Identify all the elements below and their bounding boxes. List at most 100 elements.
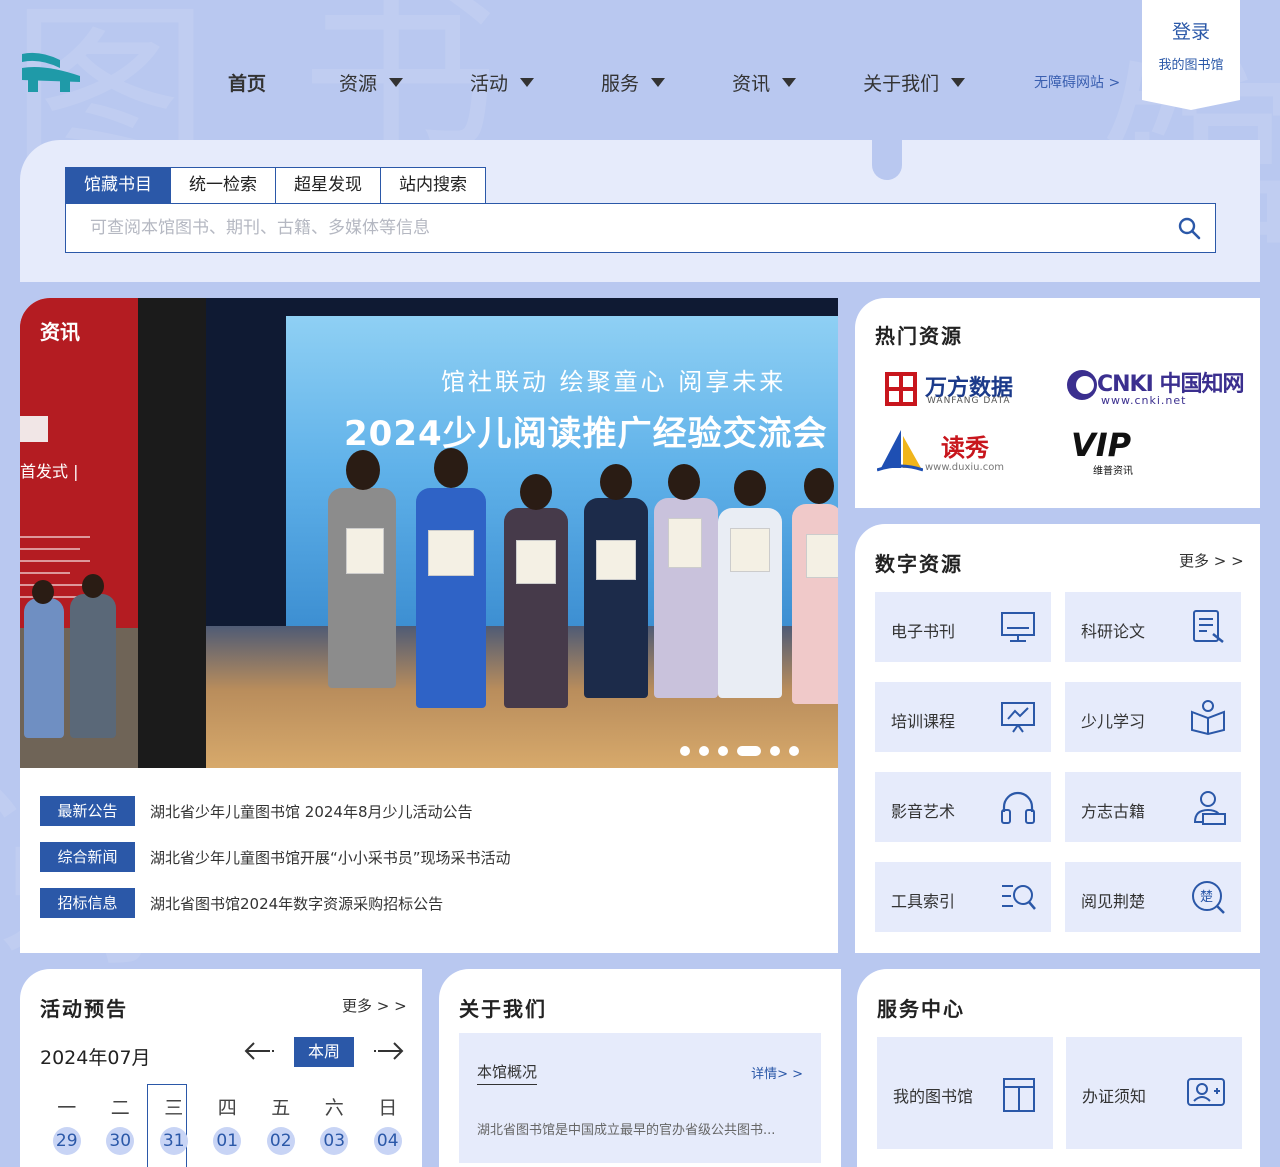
service-my-library[interactable]: 我的图书馆 [877, 1037, 1053, 1149]
resource-gazetteers[interactable]: 方志古籍 [1065, 772, 1241, 842]
nav-activities-label: 活动 [470, 72, 509, 95]
login-link[interactable]: 登录 [1142, 17, 1240, 44]
about-subtitle[interactable]: 本馆概况 [477, 1061, 538, 1085]
news-card: 首发式 | 馆社联动 绘聚童心 阅享未来 2024少儿阅读推广经验交流会 资讯 … [20, 298, 838, 953]
nav-services[interactable]: 服务 [601, 64, 666, 100]
weekday-label: 六 [324, 1097, 344, 1119]
weekday-label: 二 [110, 1097, 130, 1119]
nav-home[interactable]: 首页 [228, 64, 266, 100]
person-head [346, 450, 380, 490]
tab-unified-search[interactable]: 统一检索 [170, 167, 276, 203]
nav-home-label: 首页 [228, 72, 267, 95]
duxiu-logo[interactable]: 读秀 www.duxiu.com [877, 428, 1037, 476]
news-item[interactable]: 最新公告 湖北省少年儿童图书馆 2024年8月少儿活动公告 [40, 796, 511, 826]
person-head [804, 468, 834, 504]
resource-label: 培训课程 [891, 712, 956, 731]
resource-tools[interactable]: 工具索引 [875, 862, 1051, 932]
duxiu-sub: www.duxiu.com [925, 462, 1005, 473]
news-tag[interactable]: 综合新闻 [40, 842, 135, 872]
slide-main-image: 馆社联动 绘聚童心 阅享未来 2024少儿阅读推广经验交流会 [206, 298, 838, 768]
calendar-day[interactable]: 03 [308, 1127, 362, 1155]
carousel-dot-active[interactable] [737, 746, 761, 756]
nav-resources[interactable]: 资源 [339, 64, 404, 100]
resource-label: 工具索引 [891, 892, 956, 911]
wanfang-icon [885, 372, 917, 406]
this-week-button[interactable]: 本周 [294, 1037, 354, 1067]
calendar-day[interactable]: 04 [361, 1127, 415, 1155]
slide-headline-2: 2024少儿阅读推广经验交流会 [344, 414, 828, 454]
tab-catalog[interactable]: 馆藏书目 [65, 167, 171, 203]
resource-training[interactable]: 培训课程 [875, 682, 1051, 752]
person-figure [416, 488, 486, 708]
resource-label: 少儿学习 [1081, 712, 1146, 731]
nav-news-label: 资讯 [732, 72, 771, 95]
duxiu-sail-icon [877, 430, 923, 472]
person-figure [328, 488, 396, 688]
calendar-day[interactable]: 29 [40, 1127, 94, 1155]
search-input[interactable] [66, 204, 1126, 252]
day-number: 03 [320, 1127, 349, 1155]
nav-activities[interactable]: 活动 [470, 64, 535, 100]
calendar-day[interactable]: 02 [254, 1127, 308, 1155]
my-library-link[interactable]: 我的图书馆 [1142, 54, 1240, 73]
digital-more-link[interactable]: 更多 > > [1179, 550, 1244, 571]
resource-label: 阅见荆楚 [1081, 892, 1146, 911]
wanfang-logo[interactable]: 万方数据 WANFANG DATA [885, 370, 1035, 410]
chevron-down-icon [520, 77, 535, 87]
chevron-down-icon [782, 77, 797, 87]
certificate [806, 534, 838, 578]
activities-more-link[interactable]: 更多 > > [342, 995, 407, 1016]
nav-about[interactable]: 关于我们 [863, 64, 966, 100]
day-number: 04 [373, 1127, 402, 1155]
news-title[interactable]: 湖北省图书馆2024年数字资源采购招标公告 [150, 893, 443, 914]
arrow-right-icon[interactable] [372, 1041, 404, 1061]
cnki-logo[interactable]: CNKI 中国知网 www.cnki.net [1065, 366, 1244, 410]
carousel-dot[interactable] [789, 746, 799, 756]
resource-ebooks[interactable]: 电子书刊 [875, 592, 1051, 662]
news-tag[interactable]: 最新公告 [40, 796, 135, 826]
about-overview: 本馆概况 详情> > 湖北省图书馆是中国成立最早的官办省级公共图书... [459, 1033, 821, 1163]
about-detail-link[interactable]: 详情> > [751, 1063, 803, 1082]
child-book-icon [1191, 700, 1225, 736]
calendar-day-today[interactable]: 31 [147, 1127, 201, 1155]
resource-papers[interactable]: 科研论文 [1065, 592, 1241, 662]
calendar-day[interactable]: 01 [201, 1127, 255, 1155]
resource-media[interactable]: 影音艺术 [875, 772, 1051, 842]
activities-title: 活动预告 [40, 997, 128, 1021]
person-figure [504, 508, 568, 708]
vip-logo[interactable]: VIP 维普资讯 [1071, 426, 1161, 477]
tab-site-search[interactable]: 站内搜索 [380, 167, 486, 203]
news-tag[interactable]: 招标信息 [40, 888, 135, 918]
news-item[interactable]: 综合新闻 湖北省少年儿童图书馆开展“小小采书员”现场采书活动 [40, 842, 511, 872]
chevron-down-icon [389, 77, 404, 87]
news-item[interactable]: 招标信息 湖北省图书馆2024年数字资源采购招标公告 [40, 888, 511, 918]
headphones-icon [1001, 791, 1035, 824]
calendar-month: 2024年07月 [40, 1047, 151, 1069]
slide-left-image: 首发式 | [20, 298, 206, 768]
arrow-left-icon[interactable] [244, 1041, 276, 1061]
carousel-dot[interactable] [770, 746, 780, 756]
carousel-dot[interactable] [718, 746, 728, 756]
news-title[interactable]: 湖北省少年儿童图书馆开展“小小采书员”现场采书活动 [150, 847, 511, 868]
calendar-day[interactable]: 30 [94, 1127, 148, 1155]
tab-chaoxing[interactable]: 超星发现 [275, 167, 381, 203]
news-list: 最新公告 湖北省少年儿童图书馆 2024年8月少儿活动公告 综合新闻 湖北省少年… [40, 796, 511, 934]
search-tabs: 馆藏书目 统一检索 超星发现 站内搜索 [65, 167, 486, 203]
weekday-label: 一 [57, 1097, 77, 1119]
accessibility-link[interactable]: 无障碍网站 > [1034, 72, 1120, 92]
news-carousel[interactable]: 首发式 | 馆社联动 绘聚童心 阅享未来 2024少儿阅读推广经验交流会 资讯 [20, 298, 838, 768]
service-title: 服务中心 [877, 997, 965, 1021]
library-logo[interactable] [20, 50, 82, 94]
about-description: 湖北省图书馆是中国成立最早的官办省级公共图书... [477, 1123, 776, 1138]
carousel-dot[interactable] [680, 746, 690, 756]
search-icon[interactable] [1177, 216, 1201, 240]
resource-kids[interactable]: 少儿学习 [1065, 682, 1241, 752]
weekday-label: 三 [164, 1097, 184, 1119]
person-head [520, 474, 552, 510]
service-card-guide[interactable]: 办证须知 [1066, 1037, 1242, 1149]
nav-news[interactable]: 资讯 [732, 64, 797, 100]
news-title[interactable]: 湖北省少年儿童图书馆 2024年8月少儿活动公告 [150, 801, 473, 822]
day-number: 01 [213, 1127, 242, 1155]
carousel-dot[interactable] [699, 746, 709, 756]
resource-jingchu[interactable]: 阅见荆楚 楚 [1065, 862, 1241, 932]
